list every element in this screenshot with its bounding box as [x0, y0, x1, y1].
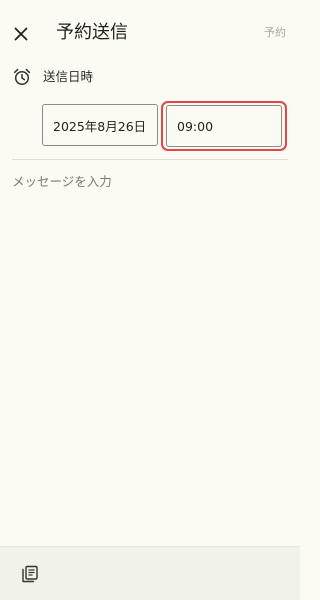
bottom-toolbar	[0, 546, 300, 600]
templates-button[interactable]	[18, 562, 42, 586]
close-icon	[14, 27, 28, 41]
send-datetime-label: 送信日時	[43, 69, 94, 84]
time-picker-field[interactable]: 09:00	[166, 105, 282, 147]
close-button[interactable]	[9, 22, 33, 46]
stacked-documents-icon	[22, 565, 38, 583]
page-title: 予約送信	[56, 22, 128, 43]
schedule-button[interactable]: 予約	[264, 25, 286, 41]
date-picker-field[interactable]: 2025年8月26日	[42, 104, 158, 146]
message-input[interactable]: メッセージを入力	[12, 172, 288, 192]
app-header: 予約送信 予約	[0, 0, 300, 66]
send-datetime-row: 送信日時	[0, 62, 300, 92]
alarm-clock-icon	[13, 68, 31, 86]
divider	[12, 159, 288, 160]
